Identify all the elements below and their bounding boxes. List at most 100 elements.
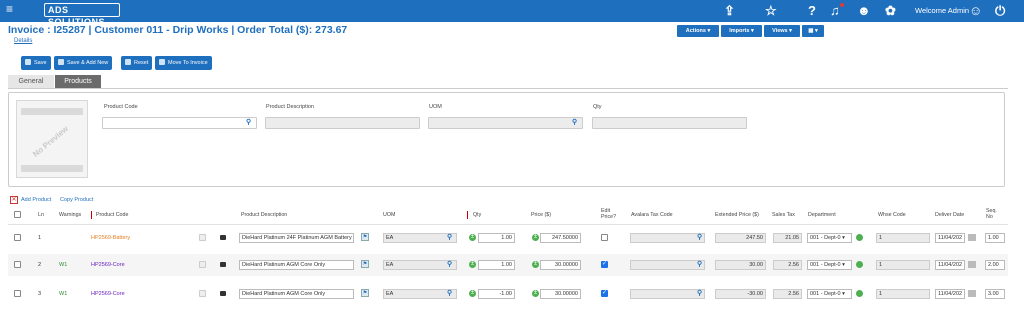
row-department-select[interactable]: 001 - Dept-0 ▾ [807,233,852,243]
row-avalara-tax-code-input[interactable] [630,233,705,243]
row-edit-price-checkbox[interactable] [601,234,608,241]
imports-label: Imports [729,28,750,34]
row-department-select[interactable]: 001 - Dept-0 ▾ [807,260,852,270]
row-seq-no-input[interactable]: 3.00 [985,289,1005,299]
row-select-checkbox[interactable] [14,290,21,297]
row-seq-no-input[interactable]: 1.00 [985,233,1005,243]
row-qty-input[interactable]: 1.00 [478,260,515,270]
row-uom-search-icon[interactable]: ⚲ [447,289,452,297]
row-deliver-date-input[interactable]: 11/04/202 [935,233,965,243]
account-icon[interactable]: ☺ [969,3,982,18]
row-whse-code-input[interactable]: 1 [876,289,930,299]
department-status-icon [856,290,863,297]
views-dropdown[interactable]: Views ▾ [764,25,800,37]
row-product-code[interactable]: HP2569-Battery [91,235,130,241]
uom-input[interactable] [428,117,583,129]
row-uom-input[interactable]: EA [383,260,457,270]
tab-general[interactable]: General [8,75,54,88]
translate-flag-icon[interactable]: ⚑ [361,233,369,241]
save-button[interactable]: Save [21,56,51,70]
qty-adjust-icon[interactable]: ± [469,261,476,268]
settings-gear-icon[interactable]: ✿ [885,3,896,19]
row-deliver-date-input[interactable]: 11/04/202 [935,260,965,270]
app-logo[interactable]: ADS SOLUTIONS [44,3,120,27]
row-option-checkbox[interactable] [199,234,206,241]
tab-products[interactable]: Products [55,75,101,88]
calendar-icon[interactable] [968,261,976,268]
row-warning[interactable]: W1 [59,291,67,297]
uom-search-icon[interactable]: ⚲ [572,118,577,126]
row-price-input[interactable]: 247.50000 [540,233,581,243]
row-avalara-tax-code-input[interactable] [630,260,705,270]
table-row[interactable]: 1 HP2569-Battery DieHard Platinum 24F Pl… [0,227,1024,249]
qty-adjust-icon[interactable]: ± [469,290,476,297]
translate-flag-icon[interactable]: ⚑ [361,260,369,268]
row-uom-input[interactable]: EA [383,233,457,243]
row-option-checkbox[interactable] [199,290,206,297]
help-icon[interactable]: ? [808,3,816,18]
translate-flag-icon[interactable]: ⚑ [361,289,369,297]
row-qty-input[interactable]: -1.00 [478,289,515,299]
price-adjust-icon[interactable]: ± [532,234,539,241]
row-product-code[interactable]: HP2569-Core [91,291,125,297]
row-edit-price-checkbox[interactable]: ✓ [601,261,608,268]
table-row[interactable]: 3 W1 HP2569-Core DieHard Platinum AGM Co… [0,283,1024,305]
copy-product-link[interactable]: Copy Product [60,197,93,203]
actions-dropdown[interactable]: Actions ▾ [677,25,719,37]
required-marker [91,211,92,219]
move-to-invoice-button[interactable]: Move To Invoice [155,56,212,70]
select-all-checkbox[interactable] [14,211,21,218]
row-price-input[interactable]: 30.00000 [540,260,581,270]
reset-button[interactable]: Reset [121,56,153,70]
row-option-checkbox[interactable] [199,261,206,268]
imports-dropdown[interactable]: Imports ▾ [721,25,762,37]
row-seq-no-input[interactable]: 2.00 [985,260,1005,270]
film-strip-bottom [21,165,83,172]
row-avalara-tax-code-input[interactable] [630,289,705,299]
row-avalara-search-icon[interactable]: ⚲ [697,233,702,241]
row-uom-search-icon[interactable]: ⚲ [447,260,452,268]
grid-options-dropdown[interactable]: ▦ ▾ [802,25,824,37]
details-link[interactable]: Details [14,38,32,44]
row-avalara-search-icon[interactable]: ⚲ [697,260,702,268]
favorites-star-icon[interactable]: ☆ [765,3,777,19]
add-product-link[interactable]: Add Product [21,197,51,203]
col-whse-code: Whse Code [878,212,906,218]
row-whse-code-input[interactable]: 1 [876,260,930,270]
hamburger-menu-icon[interactable]: ≡ [6,2,13,16]
add-product-icon[interactable]: ✕ [10,196,18,204]
row-product-code[interactable]: HP2569-Core [91,262,125,268]
row-product-description-input[interactable]: DieHard Platinum AGM Core Only [239,289,354,299]
table-row[interactable]: 2 W1 HP2569-Core DieHard Platinum AGM Co… [0,254,1024,276]
row-deliver-date-input[interactable]: 11/04/202 [935,289,965,299]
row-uom-search-icon[interactable]: ⚲ [447,233,452,241]
users-icon[interactable]: ☻ [857,3,871,18]
qty-adjust-icon[interactable]: ± [469,234,476,241]
row-qty-input[interactable]: 1.00 [478,233,515,243]
welcome-user-text[interactable]: Welcome Admin [915,6,969,15]
row-line-number: 3 [38,291,42,297]
power-logout-icon[interactable]: ⏻ [995,3,1005,19]
calendar-icon[interactable] [968,234,976,241]
product-description-input[interactable] [265,117,420,129]
calendar-icon[interactable] [968,290,976,297]
row-select-checkbox[interactable] [14,234,21,241]
row-product-description-input[interactable]: DieHard Platinum AGM Core Only [239,260,354,270]
row-product-description-input[interactable]: DieHard Platinum 24F Platinum AGM Batter… [239,233,354,243]
row-uom-input[interactable]: EA [383,289,457,299]
price-adjust-icon[interactable]: ± [532,261,539,268]
row-select-checkbox[interactable] [14,261,21,268]
notifications-bell-icon[interactable]: ♫ [830,3,840,18]
price-adjust-icon[interactable]: ± [532,290,539,297]
row-price-input[interactable]: 30.00000 [540,289,581,299]
product-code-search-icon[interactable]: ⚲ [246,118,251,126]
row-department-select[interactable]: 001 - Dept-0 ▾ [807,289,852,299]
qty-input[interactable] [592,117,747,129]
product-code-input[interactable] [102,117,257,129]
row-whse-code-input[interactable]: 1 [876,233,930,243]
row-avalara-search-icon[interactable]: ⚲ [697,289,702,297]
row-edit-price-checkbox[interactable]: ✓ [601,290,608,297]
row-warning[interactable]: W1 [59,262,67,268]
share-icon[interactable]: ⇪ [724,3,735,19]
save-and-add-new-button[interactable]: Save & Add New [54,56,113,70]
